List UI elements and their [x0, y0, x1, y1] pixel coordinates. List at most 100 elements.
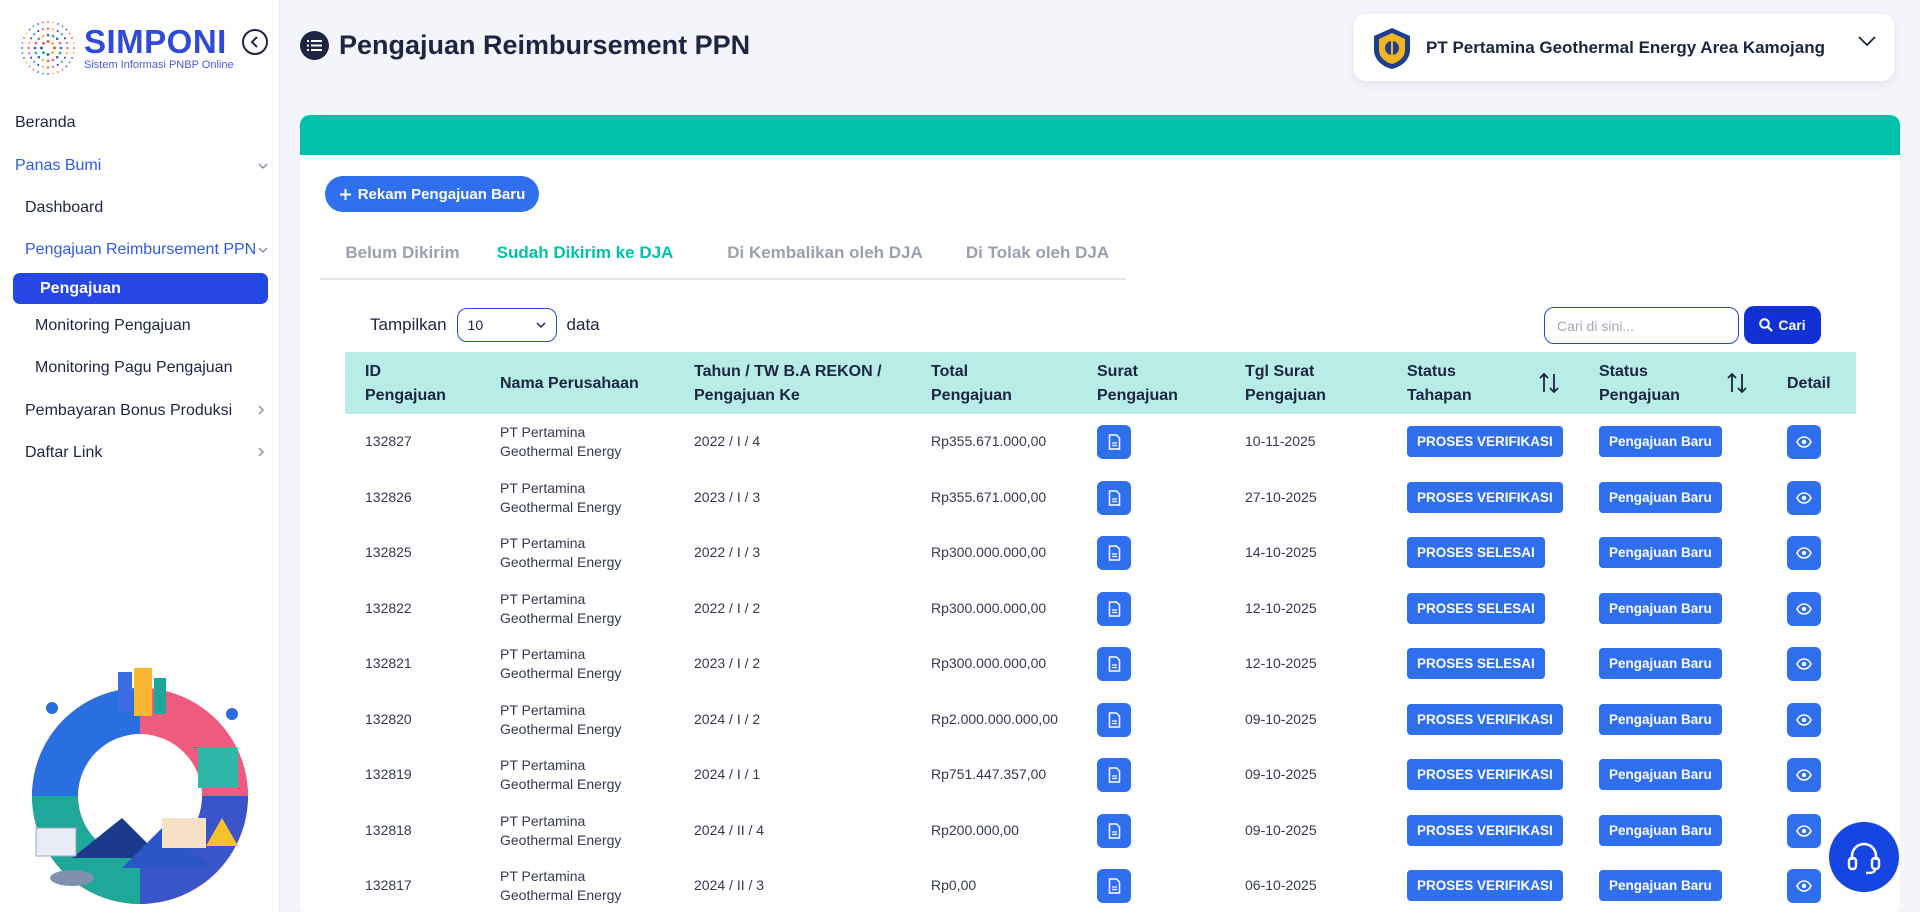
status-badge[interactable]: Pengajuan Baru	[1599, 870, 1722, 901]
table-row: 132820 PT Pertamina Geothermal Energy 2024 …	[345, 692, 1856, 748]
sidebar-item-label: Pembayaran Bonus Produksi	[25, 402, 233, 419]
sidebar-item-bonus-produksi[interactable]: Pembayaran Bonus Produksi	[0, 396, 280, 426]
sidebar-item-beranda[interactable]: Beranda	[0, 108, 280, 138]
status-badge[interactable]: Pengajuan Baru	[1599, 592, 1722, 624]
status-badge[interactable]: Pengajuan Baru	[1599, 703, 1722, 735]
cell-company: PT Pertamina Geothermal Energy	[500, 757, 622, 792]
cell-period: 2022 / I / 2	[694, 599, 761, 616]
letter-pdf-button[interactable]	[1097, 425, 1131, 459]
letter-pdf-button[interactable]	[1097, 480, 1131, 515]
letter-pdf-button[interactable]	[1097, 813, 1131, 848]
sidebar-item-reimbursement-ppn[interactable]: Pengajuan Reimbursement PPN	[0, 235, 280, 265]
col-period: Tahun / TW B.A REKON / Pengajuan Ke	[694, 363, 882, 404]
detail-button[interactable]	[1787, 702, 1821, 737]
plus-icon	[339, 188, 351, 200]
col-letter-date: Tgl Surat Pengajuan	[1245, 363, 1326, 404]
col-id: ID Pengajuan	[365, 363, 446, 404]
help-button[interactable]	[1829, 822, 1899, 892]
sort-icon[interactable]	[1539, 372, 1559, 394]
eye-icon	[1796, 547, 1812, 559]
sidebar-item-monitoring-pengajuan[interactable]: Monitoring Pengajuan	[0, 311, 280, 341]
collapse-sidebar-button[interactable]	[242, 29, 268, 55]
letter-pdf-button[interactable]	[1097, 702, 1131, 737]
stage-badge[interactable]: PROSES VERIFIKASI	[1407, 759, 1563, 790]
stage-badge[interactable]: PROSES VERIFIKASI	[1407, 870, 1563, 901]
card-header-band	[300, 115, 1900, 155]
detail-button[interactable]	[1787, 425, 1821, 459]
search-button-label: Cari	[1778, 317, 1806, 333]
sidebar-item-label: Monitoring Pengajuan	[35, 317, 191, 334]
pdf-file-icon	[1108, 545, 1120, 561]
company-name: PT Pertamina Geothermal Energy Area Kamo…	[1426, 37, 1825, 57]
letter-pdf-button[interactable]	[1097, 647, 1131, 681]
cell-id: 132827	[365, 433, 412, 449]
app-logo[interactable]: SIMPONI Sistem Informasi PNBP Online	[18, 18, 234, 78]
detail-button[interactable]	[1787, 647, 1821, 681]
sidebar-item-dashboard[interactable]: Dashboard	[0, 193, 280, 223]
cell-period: 2024 / I / 1	[694, 766, 761, 782]
letter-pdf-button[interactable]	[1097, 591, 1131, 626]
status-badge[interactable]: Pengajuan Baru	[1599, 481, 1722, 513]
eye-icon	[1796, 824, 1812, 837]
page-header: Pengajuan Reimbursement PPN	[300, 30, 750, 61]
sidebar-item-daftar-link[interactable]: Daftar Link	[0, 438, 280, 468]
cell-id: 132818	[365, 821, 412, 838]
detail-button[interactable]	[1787, 591, 1821, 626]
stage-badge[interactable]: PROSES VERIFIKASI	[1407, 426, 1563, 457]
stage-badge[interactable]: PROSES SELESAI	[1407, 592, 1545, 624]
status-badge[interactable]: Pengajuan Baru	[1599, 759, 1722, 790]
chevron-down-icon	[536, 321, 546, 328]
table-row: 132817 PT Pertamina Geothermal Energy 2024 …	[345, 858, 1856, 912]
tab-ditolak[interactable]: Di Tolak oleh DJA	[945, 225, 1130, 280]
chevron-left-icon	[250, 36, 258, 48]
eye-icon	[1796, 491, 1812, 504]
cell-letter-date: 12-10-2025	[1245, 599, 1317, 616]
sidebar-item-label: Panas Bumi	[15, 157, 102, 174]
tab-belum-dikirim[interactable]: Belum Dikirim	[320, 225, 485, 280]
stage-badge[interactable]: PROSES VERIFIKASI	[1407, 481, 1563, 513]
company-selector[interactable]: PT Pertamina Geothermal Energy Area Kamo…	[1354, 14, 1894, 81]
stage-badge[interactable]: PROSES VERIFIKASI	[1407, 814, 1563, 846]
sidebar-item-monitoring-pagu[interactable]: Monitoring Pagu Pengajuan	[0, 353, 280, 383]
add-submission-button[interactable]: Rekam Pengajuan Baru	[325, 176, 539, 212]
sort-icon[interactable]	[1727, 372, 1747, 394]
letter-pdf-button[interactable]	[1097, 536, 1131, 570]
cell-company: PT Pertamina Geothermal Energy	[500, 701, 622, 737]
table-header: ID Pengajuan Nama Perusahaan Tahun / TW B…	[345, 352, 1856, 414]
cell-id: 132819	[365, 766, 412, 782]
stage-badge[interactable]: PROSES SELESAI	[1407, 537, 1545, 568]
stage-badge[interactable]: PROSES SELESAI	[1407, 648, 1545, 679]
tab-label: Di Kembalikan oleh DJA	[727, 242, 923, 262]
letter-pdf-button[interactable]	[1097, 869, 1131, 903]
cell-period: 2022 / I / 3	[694, 544, 761, 560]
sidebar-item-label: Daftar Link	[25, 444, 103, 461]
status-badge[interactable]: Pengajuan Baru	[1599, 648, 1722, 679]
search-input[interactable]	[1544, 307, 1739, 344]
sidebar-item-pengajuan[interactable]: Pengajuan	[13, 273, 268, 304]
status-badge[interactable]: Pengajuan Baru	[1599, 537, 1722, 568]
detail-button[interactable]	[1787, 758, 1821, 792]
detail-button[interactable]	[1787, 813, 1821, 848]
chevron-down-icon	[258, 243, 268, 257]
cell-period: 2024 / II / 4	[694, 821, 765, 838]
submissions-table: ID Pengajuan Nama Perusahaan Tahun / TW B…	[345, 352, 1856, 912]
cell-company: PT Pertamina Geothermal Energy	[500, 646, 622, 681]
page-size-select[interactable]: 10	[456, 308, 557, 342]
stage-badge[interactable]: PROSES VERIFIKASI	[1407, 703, 1563, 735]
pdf-file-icon	[1108, 878, 1120, 894]
cell-letter-date: 09-10-2025	[1245, 766, 1317, 782]
tab-sudah-dikirim[interactable]: Sudah Dikirim ke DJA	[485, 225, 685, 280]
col-company: Nama Perusahaan	[500, 375, 639, 392]
search-button[interactable]: Cari	[1744, 306, 1821, 344]
letter-pdf-button[interactable]	[1097, 758, 1131, 792]
sidebar-item-panas-bumi[interactable]: Panas Bumi	[0, 151, 280, 181]
status-badge[interactable]: Pengajuan Baru	[1599, 426, 1722, 457]
cell-company: PT Pertamina Geothermal Energy	[500, 590, 622, 626]
detail-button[interactable]	[1787, 536, 1821, 570]
tab-dikembalikan[interactable]: Di Kembalikan oleh DJA	[705, 225, 945, 280]
status-badge[interactable]: Pengajuan Baru	[1599, 814, 1722, 846]
detail-button[interactable]	[1787, 869, 1821, 903]
cell-total: Rp0,00	[931, 877, 977, 893]
table-row: 132826 PT Pertamina Geothermal Energy 2023 …	[345, 470, 1856, 526]
detail-button[interactable]	[1787, 480, 1821, 515]
